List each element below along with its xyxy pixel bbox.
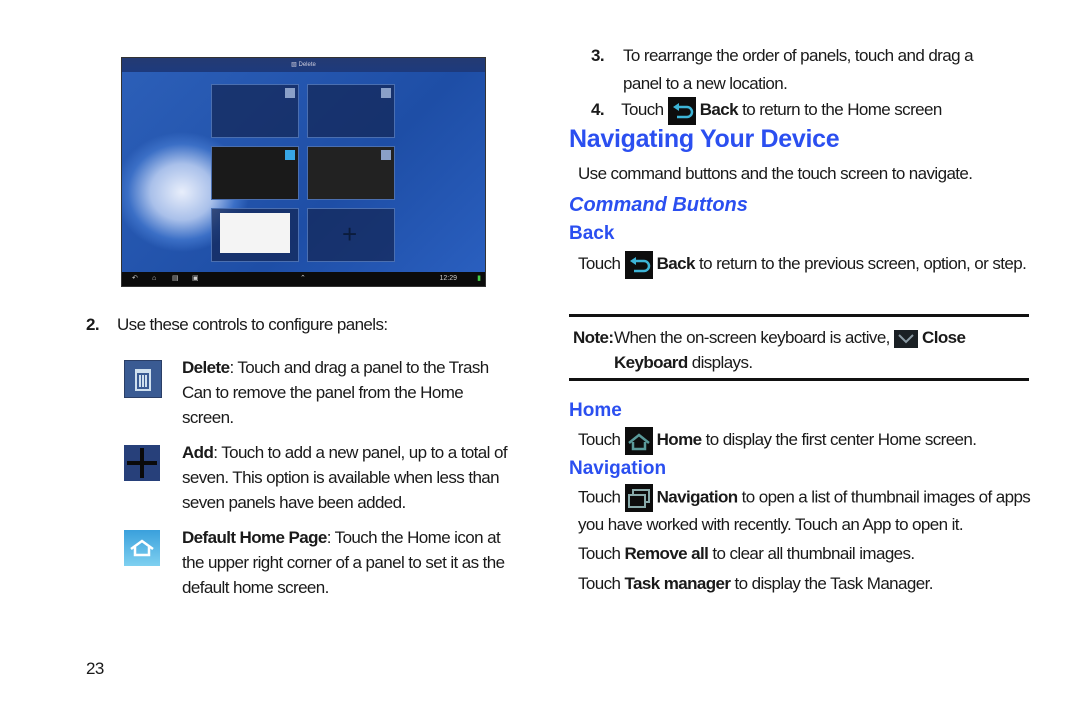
page-number: 23 [86, 659, 104, 678]
delete-label: Delete [298, 62, 316, 68]
screenshot-topbar: ▧ Delete [122, 58, 485, 72]
device-screenshot: ▧ Delete + ↶ ⌂ ▤ ▣ ⌃ 12:29 ▮ [121, 57, 486, 287]
panel [211, 84, 299, 138]
plus-icon [124, 445, 160, 481]
home-heading: Home [569, 400, 622, 421]
control-add: Add: Touch to add a new panel, up to a t… [182, 440, 512, 515]
trash-icon [124, 360, 162, 398]
step-text: to return to the Home screen [742, 100, 942, 119]
step-3: 3. To rearrange the order of panels, tou… [591, 42, 1011, 98]
back-description: Touch Back to return to the previous scr… [578, 250, 1028, 279]
screenshot-icon: ▣ [192, 275, 199, 282]
panel [307, 146, 395, 200]
step-2: 2. Use these controls to configure panel… [86, 315, 388, 335]
home-icon [285, 88, 295, 98]
wallpaper [122, 72, 485, 272]
remove-all-text: to clear all thumbnail images. [712, 544, 915, 563]
intro-text: Use command buttons and the touch screen… [578, 164, 973, 183]
back-icon: ↶ [132, 275, 138, 282]
control-term: Add [182, 443, 214, 462]
step-text: To rearrange the order of panels, touch … [623, 46, 974, 93]
note-divider-top [569, 314, 1029, 317]
home-icon [381, 88, 391, 98]
navigation-description: Touch Navigation to open a list of thumb… [578, 484, 1038, 538]
home-icon [624, 426, 653, 455]
back-icon [667, 96, 696, 125]
control-desc: : Touch to add a new panel, up to a tota… [182, 443, 508, 512]
panel [307, 84, 395, 138]
step-number: 3. [591, 46, 605, 65]
navigation-heading: Navigation [569, 458, 667, 479]
note: Note: When the on-screen keyboard is act… [573, 325, 1013, 375]
step-number: 2. [86, 315, 100, 334]
task-manager-text: to display the Task Manager. [734, 574, 934, 593]
status-time: 12:29 [439, 275, 457, 282]
home-description: Touch Home to display the first center H… [578, 426, 977, 455]
task-manager-term: Task manager [624, 574, 731, 593]
control-term: Default Home Page [182, 528, 327, 547]
recent-apps-icon: ▤ [172, 275, 179, 282]
note-text: displays. [691, 353, 753, 372]
step-number: 4. [591, 100, 605, 119]
remove-all-description: Touch Remove all to clear all thumbnail … [578, 544, 915, 564]
battery-icon: ▮ [477, 275, 481, 282]
back-term: Back [699, 100, 739, 119]
home-icon [285, 150, 295, 160]
recent-apps-icon [624, 484, 653, 512]
remove-all-term: Remove all [624, 544, 709, 563]
home-text: to display the first center Home screen. [705, 430, 977, 449]
back-icon [624, 250, 653, 279]
touch-text: Touch [578, 430, 621, 449]
control-delete: Delete: Touch and drag a panel to the Tr… [182, 355, 512, 430]
task-manager-description: Touch Task manager to display the Task M… [578, 574, 933, 594]
page-title: Navigating Your Device [569, 125, 840, 153]
back-heading: Back [569, 223, 615, 244]
back-text: to return to the previous screen, option… [699, 254, 1027, 273]
chevron-down-icon [893, 329, 918, 348]
touch-text: Touch [578, 544, 621, 563]
touch-text: Touch [578, 574, 621, 593]
panel [211, 146, 299, 200]
note-text: When the on-screen keyboard is active, [614, 328, 890, 347]
home-icon [381, 150, 391, 160]
section-heading: Command Buttons [569, 194, 748, 216]
chevron-up-icon: ⌃ [300, 275, 306, 282]
home-icon [124, 530, 160, 566]
add-panel: + [307, 208, 395, 262]
back-term: Back [656, 254, 696, 273]
home-icon: ⌂ [152, 275, 157, 282]
note-divider-bottom [569, 378, 1029, 381]
touch-text: Touch [578, 254, 621, 273]
step-text: Use these controls to configure panels: [117, 315, 388, 334]
step-4: 4. Touch Back to return to the Home scre… [591, 96, 942, 125]
control-term: Delete [182, 358, 230, 377]
home-term: Home [656, 430, 702, 449]
control-default-home: Default Home Page: Touch the Home icon a… [182, 525, 512, 600]
touch-text: Touch [578, 487, 621, 507]
panel [211, 208, 299, 262]
note-label: Note: [573, 328, 614, 347]
navigation-term: Navigation [656, 487, 739, 507]
touch-text: Touch [621, 100, 664, 119]
screenshot-navbar: ↶ ⌂ ▤ ▣ ⌃ 12:29 ▮ [122, 272, 485, 286]
